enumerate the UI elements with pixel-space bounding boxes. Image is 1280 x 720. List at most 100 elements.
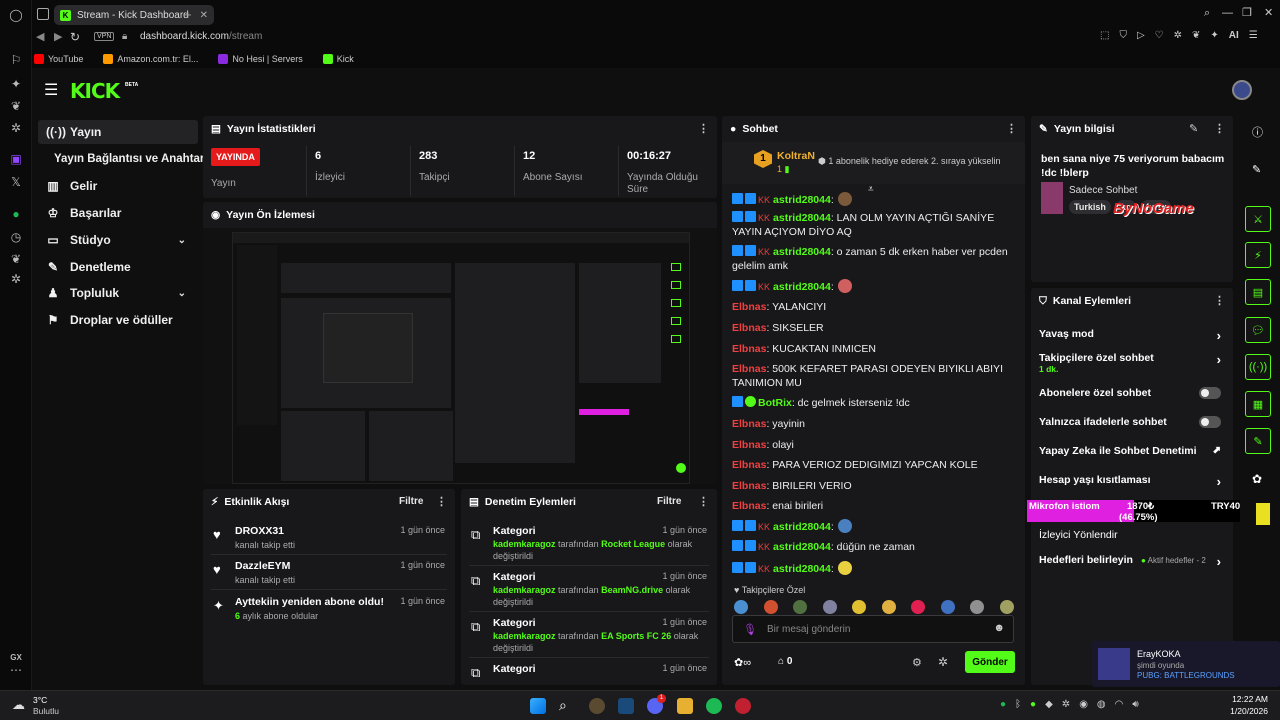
- hamburger-menu-icon[interactable]: ☰: [44, 80, 58, 100]
- nav-item-basarilar[interactable]: ♔ Başarılar: [38, 201, 198, 225]
- emote-icon[interactable]: [763, 600, 778, 614]
- url-field[interactable]: dashboard.kick.com/stream: [140, 31, 262, 42]
- discord-tray-icon[interactable]: ◍: [1097, 699, 1106, 710]
- x-twitter-icon[interactable]: 𝕏: [8, 174, 24, 190]
- app-icon[interactable]: [589, 698, 605, 714]
- bot-icon[interactable]: ✲: [938, 655, 948, 669]
- more-options-icon[interactable]: ⋮: [436, 495, 447, 508]
- rail-button-lightning[interactable]: ⚡︎: [1245, 242, 1271, 268]
- emote-icon[interactable]: [793, 600, 808, 614]
- emote-icon[interactable]: [881, 600, 896, 614]
- nav-item-denetleme[interactable]: ✎ Denetleme: [38, 255, 198, 279]
- sub-only-toggle[interactable]: [1199, 387, 1221, 399]
- friend-notification[interactable]: ErayKOKA şimdi oyunda PUBG: BATTLEGROUND…: [1092, 641, 1280, 687]
- avatar[interactable]: [1232, 80, 1252, 100]
- rail-button-notes[interactable]: ▤: [1245, 279, 1271, 305]
- chat-input[interactable]: 🎙︎ Bir mesaj gönderin ☻: [732, 615, 1014, 643]
- search-icon[interactable]: ⌕: [1204, 7, 1210, 20]
- nav-item-stream-key[interactable]: Yayın Bağlantısı ve Anahtarı: [38, 147, 208, 171]
- clock-date[interactable]: 1/20/2026: [1224, 706, 1268, 716]
- info-icon[interactable]: ⓘ: [1252, 124, 1263, 140]
- heart-icon[interactable]: ♡: [1155, 30, 1164, 41]
- more-options-icon[interactable]: ⋮: [1006, 122, 1017, 135]
- more-options-icon[interactable]: ⋮: [698, 495, 709, 508]
- more-options-icon[interactable]: ⋮: [1214, 294, 1225, 307]
- more-options-icon[interactable]: ⋮: [1214, 122, 1225, 135]
- emote-icon[interactable]: [911, 600, 926, 614]
- volume-icon[interactable]: 🔊︎: [1132, 699, 1138, 710]
- feed-title[interactable]: DazzleEYM: [235, 560, 290, 572]
- history-icon[interactable]: ◷: [8, 229, 24, 245]
- emote-icon[interactable]: [852, 600, 867, 614]
- emote-only-chat-row[interactable]: Yalnızca ifadelerle sohbet: [1039, 416, 1225, 436]
- infinity-icon[interactable]: ✿∞: [734, 656, 751, 669]
- bookmark-youtube[interactable]: YouTube: [34, 54, 83, 64]
- kick-logo[interactable]: KICK: [70, 79, 120, 103]
- tray-app-icon[interactable]: ✲: [1062, 699, 1070, 710]
- ai-label[interactable]: AI: [1229, 30, 1239, 41]
- steam-tray-icon[interactable]: ◉: [1079, 699, 1088, 710]
- rail-button-mod[interactable]: ⚔: [1245, 206, 1271, 232]
- rail-button-chat[interactable]: 💬︎: [1245, 317, 1271, 343]
- preview-video[interactable]: [203, 228, 717, 484]
- vpn-badge[interactable]: VPN: [94, 32, 115, 41]
- search-icon[interactable]: ⌕: [559, 697, 567, 714]
- goals-row[interactable]: Hedefleri belirleyin ● Aktif hedefler - 2…: [1039, 554, 1225, 574]
- send-button[interactable]: Gönder: [965, 651, 1015, 673]
- nav-item-droplar[interactable]: ⚑ Droplar ve ödüller: [38, 308, 198, 332]
- extension-icon[interactable]: ❦: [1192, 30, 1200, 41]
- more-icon[interactable]: ⋯: [8, 662, 24, 678]
- extension-icon[interactable]: ✲: [1174, 30, 1182, 41]
- shield-icon[interactable]: ⛉: [1119, 30, 1127, 41]
- emoji-icon[interactable]: ☻: [993, 622, 1005, 634]
- emote-icon[interactable]: [999, 600, 1014, 614]
- file-explorer-icon[interactable]: [677, 698, 693, 714]
- opera-logo-icon[interactable]: ◯: [8, 7, 24, 23]
- tag[interactable]: Turkish: [1069, 200, 1111, 214]
- emote-only-toggle[interactable]: [1199, 416, 1221, 428]
- chat-counter[interactable]: ⌂ 0: [778, 656, 792, 667]
- follower-chat-row[interactable]: Takipçilere özel sohbet 1 dk. ›: [1039, 352, 1225, 380]
- sub-only-chat-row[interactable]: Abonelere özel sohbet: [1039, 387, 1225, 407]
- ai-moderation-row[interactable]: Yapay Zeka ile Sohbet Denetimi ⬈: [1039, 445, 1225, 465]
- spotify-tray-icon[interactable]: ●: [1000, 699, 1006, 710]
- community-icon[interactable]: ✿: [1252, 472, 1262, 486]
- minimize-icon[interactable]: —: [1222, 7, 1233, 19]
- extension-icon[interactable]: ✦: [1210, 30, 1218, 41]
- spotify-icon[interactable]: ●: [8, 206, 24, 222]
- tray-app-icon[interactable]: ◆: [1045, 699, 1053, 710]
- bluetooth-icon[interactable]: ᛒ: [1015, 699, 1021, 710]
- opera-gx-icon[interactable]: [735, 698, 751, 714]
- weather-icon[interactable]: ☁: [12, 697, 25, 713]
- pin-icon[interactable]: ⚐: [8, 52, 24, 68]
- menu-icon[interactable]: ☰: [1249, 30, 1258, 41]
- reload-icon[interactable]: ↻: [70, 30, 80, 44]
- clock-time[interactable]: 12:22 AM: [1224, 694, 1268, 704]
- filter-button[interactable]: Filtre: [399, 496, 423, 507]
- play-icon[interactable]: ▷: [1137, 30, 1145, 41]
- forward-icon[interactable]: ▶: [54, 30, 62, 43]
- pinned-app-icon[interactable]: ✦: [8, 76, 24, 92]
- rail-button-tools[interactable]: ✎: [1245, 428, 1271, 454]
- wifi-icon[interactable]: ◠: [1115, 699, 1124, 710]
- pinned-app-icon[interactable]: ❦: [8, 251, 24, 267]
- slow-mode-row[interactable]: Yavaş mod ›: [1039, 328, 1225, 348]
- twitch-icon[interactable]: ▣: [8, 151, 24, 167]
- microphone-icon[interactable]: 🎙︎: [743, 623, 757, 636]
- close-window-icon[interactable]: ✕: [1264, 6, 1273, 19]
- bookmark-amazon[interactable]: Amazon.com.tr: El...: [103, 54, 198, 64]
- settings-icon[interactable]: ⚙: [912, 656, 922, 669]
- restore-icon[interactable]: ❐: [1242, 6, 1252, 19]
- nav-item-yayin[interactable]: ((·)) Yayın: [38, 120, 198, 144]
- spotify-icon[interactable]: [706, 698, 722, 714]
- pinned-app-icon[interactable]: ✲: [8, 271, 24, 287]
- new-tab-icon[interactable]: +: [184, 7, 192, 22]
- nav-item-studyo[interactable]: ▭ Stüdyo ⌄: [38, 228, 198, 252]
- edit-icon[interactable]: ✎: [1189, 122, 1198, 135]
- pinned-app-icon[interactable]: ✲: [8, 120, 24, 136]
- nav-item-topluluk[interactable]: ♟ Topluluk ⌄: [38, 281, 198, 305]
- steam-icon[interactable]: [618, 698, 634, 714]
- more-options-icon[interactable]: ⋮: [698, 122, 709, 135]
- pinned-gifter[interactable]: 1 KoltraN 1 ▮ ⬢ 1 abonelik hediye ederek…: [722, 142, 1025, 184]
- filter-button[interactable]: Filtre: [657, 496, 681, 507]
